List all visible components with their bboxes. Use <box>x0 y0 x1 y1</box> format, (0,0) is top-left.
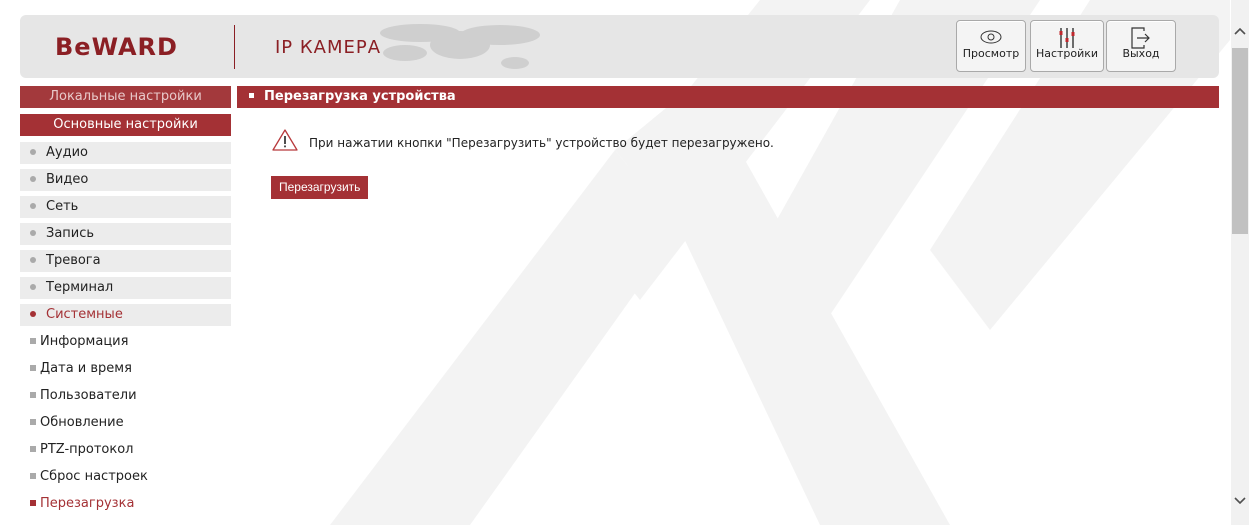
sidebar-item-terminal[interactable]: Терминал <box>20 277 231 299</box>
sidebar-subitem-update[interactable]: Обновление <box>20 412 231 434</box>
exit-button[interactable]: Выход <box>1106 20 1176 72</box>
sidebar-item-audio[interactable]: Аудио <box>20 142 231 164</box>
scroll-down-icon[interactable] <box>1231 490 1249 510</box>
view-button[interactable]: Просмотр <box>956 20 1026 72</box>
bullet-icon <box>30 310 36 317</box>
warning-icon <box>272 129 298 151</box>
sidebar-subitem-reboot[interactable]: Перезагрузка <box>20 493 231 515</box>
bullet-icon <box>30 499 36 506</box>
reboot-button[interactable]: Перезагрузить <box>271 176 369 199</box>
bullet-icon <box>30 148 36 155</box>
sidebar-item-alarm[interactable]: Тревога <box>20 250 231 272</box>
sliders-icon <box>1059 28 1075 48</box>
section-title: Перезагрузка устройства <box>264 89 456 104</box>
sidebar-item-label: Аудио <box>46 145 88 160</box>
sidebar: Локальные настройки Основные настройки А… <box>20 86 231 520</box>
main-content: Перезагрузка устройства При нажатии кноп… <box>237 86 1219 199</box>
settings-button-label: Настройки <box>1035 47 1099 60</box>
section-title-bar: Перезагрузка устройства <box>237 86 1219 108</box>
sidebar-local-settings[interactable]: Локальные настройки <box>20 86 231 108</box>
sidebar-subitem-users[interactable]: Пользователи <box>20 385 231 407</box>
product-title: IP КАМЕРА <box>275 37 382 58</box>
sidebar-subitem-datetime[interactable]: Дата и время <box>20 358 231 380</box>
scroll-up-icon[interactable] <box>1231 22 1249 42</box>
sidebar-item-network[interactable]: Сеть <box>20 196 231 218</box>
sidebar-subitem-label: Дата и время <box>40 361 132 376</box>
bullet-icon <box>30 175 36 182</box>
bullet-icon <box>30 391 36 398</box>
eye-icon <box>980 30 1002 44</box>
sidebar-subitem-label: PTZ-протокол <box>40 442 134 457</box>
sidebar-item-label: Сеть <box>46 199 79 214</box>
bullet-icon <box>30 229 36 236</box>
sidebar-item-label: Запись <box>46 226 95 241</box>
sidebar-item-recording[interactable]: Запись <box>20 223 231 245</box>
sidebar-subitem-info[interactable]: Информация <box>20 331 231 353</box>
sidebar-subitem-label: Перезагрузка <box>40 496 135 511</box>
bullet-icon <box>30 418 36 425</box>
sidebar-item-video[interactable]: Видео <box>20 169 231 191</box>
header-bar: BeWARD IP КАМЕРА Просмотр Настройки Выхо… <box>20 15 1219 78</box>
scrollbar[interactable] <box>1231 0 1249 525</box>
view-button-label: Просмотр <box>962 47 1020 60</box>
sidebar-item-label: Системные <box>46 307 123 322</box>
settings-button[interactable]: Настройки <box>1030 20 1104 72</box>
bullet-icon <box>30 472 36 479</box>
sidebar-item-system[interactable]: Системные <box>20 304 231 326</box>
scrollbar-thumb[interactable] <box>1232 48 1248 234</box>
bullet-icon <box>30 364 36 371</box>
sidebar-subitem-ptz[interactable]: PTZ-протокол <box>20 439 231 461</box>
bullet-icon <box>249 93 254 98</box>
bullet-icon <box>30 337 36 344</box>
bullet-icon <box>30 283 36 290</box>
logo-divider <box>234 25 235 69</box>
sidebar-item-label: Видео <box>46 172 89 187</box>
brand-logo: BeWARD <box>55 33 178 61</box>
bullet-icon <box>30 202 36 209</box>
sidebar-item-label: Терминал <box>46 280 114 295</box>
sidebar-subitem-label: Сброс настроек <box>40 469 148 484</box>
logout-icon <box>1131 27 1150 49</box>
sidebar-subitem-label: Информация <box>40 334 129 349</box>
sidebar-main-settings[interactable]: Основные настройки <box>20 114 231 136</box>
sidebar-subitem-reset[interactable]: Сброс настроек <box>20 466 231 488</box>
sidebar-item-label: Тревога <box>46 253 101 268</box>
exit-button-label: Выход <box>1122 47 1160 60</box>
sidebar-subitem-label: Обновление <box>40 415 124 430</box>
bullet-icon <box>30 445 36 452</box>
sidebar-subitem-label: Пользователи <box>40 388 137 403</box>
bullet-icon <box>30 256 36 263</box>
notice-text: При нажатии кнопки "Перезагрузить" устро… <box>309 136 774 150</box>
